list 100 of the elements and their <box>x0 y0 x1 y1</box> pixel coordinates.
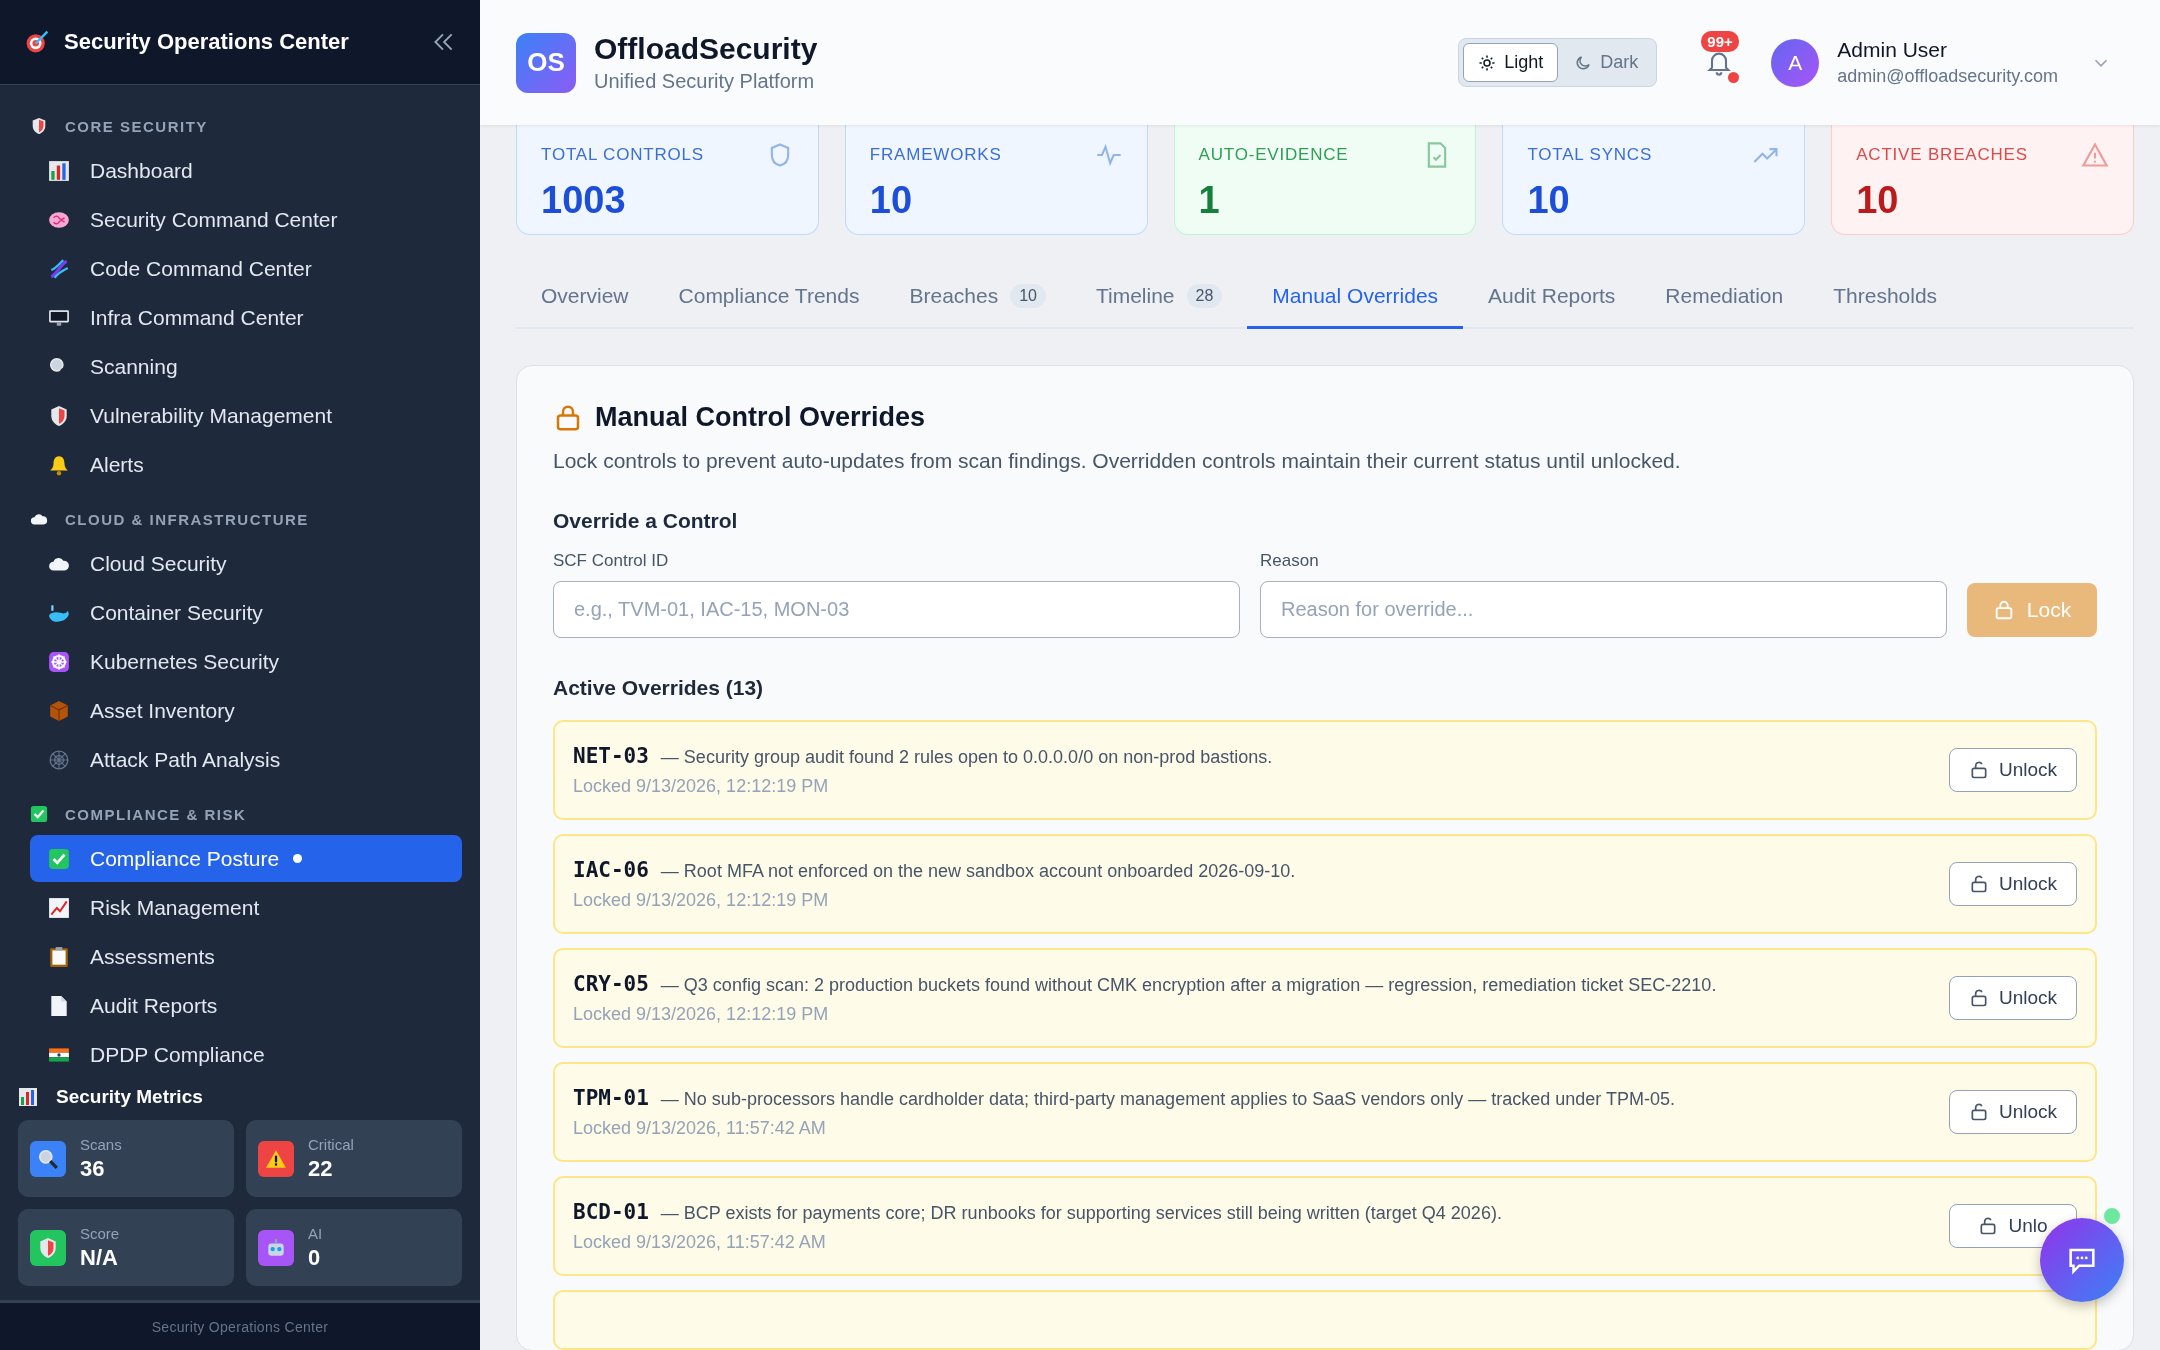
control-id: TPM-01 <box>573 1085 649 1110</box>
shield-icon <box>30 117 48 135</box>
count-badge: 28 <box>1186 283 1223 308</box>
tab[interactable]: Thresholds <box>1808 265 1963 329</box>
count-badge: 10 <box>1010 283 1046 308</box>
nav-item[interactable]: Scanning <box>30 343 462 390</box>
override-reason: — Root MFA not enforced on the new sandbox account onboarded 2026-09-10. <box>660 860 1296 881</box>
web-icon <box>48 748 70 771</box>
list-heading: Active Overrides (13) <box>553 676 765 700</box>
metric-value: 22 <box>308 1155 334 1182</box>
check-icon <box>48 847 70 870</box>
tab[interactable]: Manual Overrides <box>1247 265 1464 329</box>
metric-label: Score <box>80 1224 120 1242</box>
lock-time: Locked 9/13/2026, 11:57:42 AM <box>573 1231 827 1253</box>
tab[interactable]: Audit Reports <box>1463 265 1641 329</box>
app-title: Security Operations Center <box>64 29 350 55</box>
document-icon <box>48 994 70 1017</box>
unlock-button[interactable]: Unlock <box>1949 1090 2077 1134</box>
stat-label: TOTAL CONTROLS <box>541 145 704 165</box>
avatar[interactable]: A <box>1771 38 1820 87</box>
bar-chart-icon <box>18 1087 38 1107</box>
helix-icon <box>48 257 70 280</box>
trend-chart-icon <box>48 896 70 919</box>
nav-item[interactable]: Compliance Posture <box>30 835 462 882</box>
metric-value: 0 <box>308 1244 322 1271</box>
package-icon <box>48 699 70 722</box>
unlock-button[interactable]: Unlock <box>1949 748 2077 792</box>
logo: OS <box>516 32 576 93</box>
stat-value: 1003 <box>541 179 627 222</box>
metric-label: Critical <box>308 1135 354 1153</box>
section-heading: CORE SECURITY <box>65 117 208 135</box>
unlock-button[interactable]: Unlock <box>1949 976 2077 1020</box>
nav-item[interactable]: Infra Command Center <box>30 294 462 341</box>
stat-value: 10 <box>1856 179 1900 222</box>
nav-item[interactable]: Audit Reports <box>30 982 462 1029</box>
control-id: IAC-06 <box>573 857 649 882</box>
panel-title: Manual Control Overrides <box>595 402 926 433</box>
metrics-heading: Security Metrics <box>56 1086 203 1108</box>
brand-subtitle: Unified Security Platform <box>594 70 816 93</box>
tab[interactable]: Breaches 10 <box>884 265 1071 329</box>
metric-value: N/A <box>80 1244 119 1271</box>
status-dot <box>1728 71 1740 83</box>
override-reason: — Security group audit found 2 rules open to 0.0.0.0/0 on non-prod bastions. <box>660 746 1273 767</box>
lock-time: Locked 9/13/2026, 11:57:42 AM <box>573 1117 827 1139</box>
stat-label: FRAMEWORKS <box>869 145 1002 165</box>
control-id: BCD-01 <box>573 1199 649 1224</box>
form-heading: Override a Control <box>553 509 739 533</box>
field-label: Reason <box>1260 551 1320 571</box>
user-email: admin@offloadsecurity.com <box>1837 66 2058 87</box>
stat-value: 1 <box>1198 179 1221 222</box>
nav-item[interactable]: DPDP Compliance <box>30 1031 462 1078</box>
tab[interactable]: Compliance Trends <box>653 265 885 329</box>
stat-label: ACTIVE BREACHES <box>1856 145 2028 165</box>
warning-icon <box>2081 141 2109 169</box>
nav-item[interactable]: Dashboard <box>30 147 462 194</box>
stat-label: AUTO-EVIDENCE <box>1198 145 1349 165</box>
theme-option[interactable]: Light <box>1463 43 1559 82</box>
robot-icon <box>265 1236 287 1259</box>
metric-label: AI <box>308 1224 323 1242</box>
control-id: NET-03 <box>573 743 649 768</box>
unlock-button[interactable]: Unlock <box>1949 862 2077 906</box>
stat-value: 10 <box>869 179 914 222</box>
user-name: Admin User <box>1837 38 1948 62</box>
nav-item[interactable]: Kubernetes Security <box>30 638 462 685</box>
nav-item[interactable]: Security Command Center <box>30 196 462 243</box>
nav-item[interactable]: Risk Management <box>30 884 462 931</box>
check-icon <box>30 805 48 823</box>
wheel-icon <box>48 650 70 673</box>
nav-item[interactable]: Assessments <box>30 933 462 980</box>
tab[interactable]: Timeline 28 <box>1070 265 1248 329</box>
tab[interactable]: Overview <box>516 265 654 329</box>
nav-item[interactable]: Asset Inventory <box>30 687 462 734</box>
lock-time: Locked 9/13/2026, 12:12:19 PM <box>573 889 830 911</box>
input-field[interactable]: e.g., TVM-01, IAC-15, MON-03 <box>553 581 1240 638</box>
input-field[interactable]: Reason for override... <box>1260 581 1947 638</box>
stat-value: 10 <box>1527 179 1571 222</box>
shield-icon <box>48 404 70 427</box>
stat-label: TOTAL SYNCS <box>1527 145 1653 165</box>
notification-badge: 99+ <box>1701 30 1739 52</box>
nav-item[interactable]: Attack Path Analysis <box>30 736 462 783</box>
nav-item[interactable]: Vulnerability Management <box>30 392 462 439</box>
field-label: SCF Control ID <box>553 551 670 571</box>
clipboard-icon <box>48 945 70 968</box>
bar-chart-icon <box>48 159 70 182</box>
tab[interactable]: Remediation <box>1640 265 1809 329</box>
target-icon <box>24 29 50 55</box>
nav-item[interactable]: Container Security <box>30 589 462 636</box>
panel-description: Lock controls to prevent auto-updates from scan findings. Overridden controls maintain their current status until unlocked. <box>553 449 1682 473</box>
nav-item[interactable]: Cloud Security <box>30 540 462 587</box>
override-reason: — No sub-processors handle cardholder data; third-party management applies to SaaS vendors only — tracked under TPM-05. <box>660 1088 1676 1109</box>
nav-item[interactable]: Code Command Center <box>30 245 462 292</box>
theme-option[interactable]: Dark <box>1560 43 1653 82</box>
sun-icon <box>1478 53 1497 72</box>
metric-value: 36 <box>80 1155 106 1182</box>
shield-icon <box>37 1236 59 1259</box>
brand-name: OffloadSecurity <box>594 32 818 66</box>
nav-item[interactable]: Alerts <box>30 441 462 488</box>
bell-icon <box>48 453 70 476</box>
footer-text: Security Operations Center <box>151 1318 329 1335</box>
lock-time: Locked 9/13/2026, 12:12:19 PM <box>573 775 830 797</box>
